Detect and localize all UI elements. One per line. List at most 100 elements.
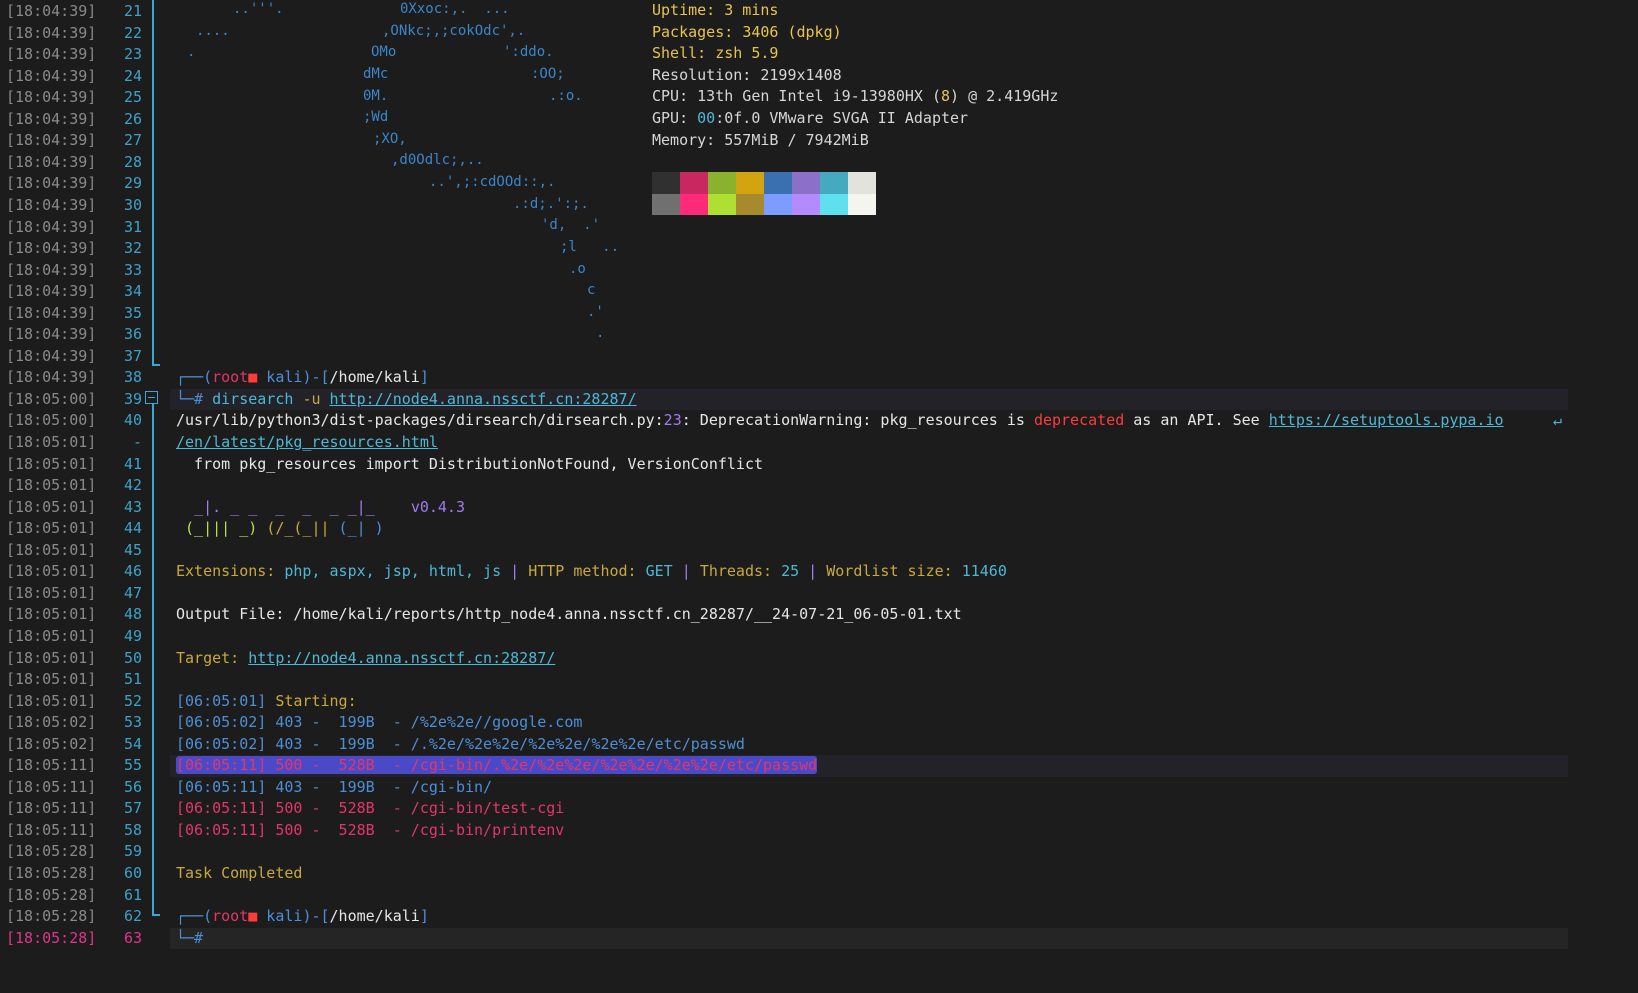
line-number: 50 <box>123 648 142 667</box>
gutter-timestamp: [18:05:01] <box>6 605 97 624</box>
line-number: 46 <box>123 562 142 581</box>
collapse-fold-icon[interactable] <box>145 391 158 404</box>
dirsearch-banner[interactable]: (_||| _) (/_(_|| (_| ) <box>170 518 1568 540</box>
task-completed[interactable]: Task Completed <box>170 863 1568 885</box>
palette-swatch <box>736 172 764 194</box>
line-number: 30 <box>123 195 142 214</box>
gutter-timestamp: [18:05:11] <box>6 777 97 796</box>
fold-gutter-end-bottom <box>152 914 160 916</box>
gutter-timestamp: [18:04:39] <box>6 23 97 42</box>
ascii-art-line: :OO; <box>531 66 565 82</box>
scan-target[interactable]: Target: http://node4.anna.nssctf.cn:2828… <box>170 648 1568 670</box>
scan-result-row[interactable]: [06:05:11] 500 - 528B - /cgi-bin/test-cg… <box>170 798 1568 820</box>
line-number: 62 <box>123 907 142 926</box>
docs-link-continued[interactable]: /en/latest/pkg_resources.html <box>176 433 438 451</box>
palette-swatch <box>680 193 708 215</box>
packages-value: 3406 (dpkg) <box>742 22 842 41</box>
deprecation-warning[interactable]: /usr/lib/python3/dist-packages/dirsearch… <box>170 410 1568 432</box>
gutter-timestamp: [18:04:39] <box>6 325 97 344</box>
line-number: 41 <box>123 454 142 473</box>
scan-result-row[interactable]: [06:05:02] 403 - 199B - /%2e%2e//google.… <box>170 712 1568 734</box>
deprecation-warning-wrap[interactable]: /en/latest/pkg_resources.html <box>170 432 1568 454</box>
line-number: 33 <box>123 260 142 279</box>
cpu-cores: 8 <box>941 87 951 106</box>
shell-prompt[interactable]: ┌──(root■ kali)-[/home/kali] <box>170 367 1568 389</box>
gutter-timestamp: [18:05:28] <box>6 885 97 904</box>
line-number: 32 <box>123 239 142 258</box>
ascii-art-line: ,ONkc;,;cokOdc',. <box>382 23 526 39</box>
ascii-art-line: ,d0Odlc;,.. <box>391 152 484 168</box>
gutter-timestamp: [18:05:01] <box>6 454 97 473</box>
neofetch-resolution: Resolution: 2199x1408 <box>652 65 842 84</box>
neofetch-cpu: CPU: 13th Gen Intel i9-13980HX (8) @ 2.4… <box>652 87 1059 106</box>
neofetch-gpu: GPU: 00:0f.0 VMware SVGA II Adapter <box>652 109 969 127</box>
gutter-timestamp: [18:04:39] <box>6 217 97 236</box>
line-number: 21 <box>123 2 142 20</box>
neofetch-memory: Memory: 557MiB / 7942MiB <box>652 130 869 149</box>
palette-swatch <box>792 193 820 215</box>
scan-result-row[interactable]: [06:05:11] 500 - 528B - /cgi-bin/.%2e/%2… <box>170 755 1568 777</box>
ascii-art-line: ..',;:cdOOd::,. <box>429 174 556 190</box>
ascii-art-line: 0M. <box>363 88 389 104</box>
palette-swatch <box>764 193 792 215</box>
fold-gutter-line-bottom <box>152 404 154 916</box>
gutter-timestamp: [18:05:01] <box>6 670 97 689</box>
line-number: 31 <box>123 217 142 236</box>
ascii-art-line: OMo <box>371 44 397 60</box>
current-prompt[interactable]: └─# <box>170 927 1568 950</box>
gutter-timestamp: [18:05:01] <box>6 583 97 602</box>
ascii-art-line: .o <box>569 261 586 277</box>
target-link[interactable]: http://node4.anna.nssctf.cn:28287/ <box>248 649 555 667</box>
line-number: 22 <box>123 23 142 42</box>
line-number: 27 <box>123 131 142 150</box>
selected-result[interactable]: [06:05:11] 500 - 528B - /cgi-bin/.%2e/%2… <box>176 756 818 775</box>
gutter-timestamp: [18:04:39] <box>6 260 97 279</box>
scan-config[interactable]: Extensions: php, aspx, jsp, html, js | H… <box>170 561 1568 583</box>
gutter-timestamp: [18:04:39] <box>6 368 97 387</box>
ascii-art-line: dMc <box>363 66 389 82</box>
line-number: 63 <box>123 928 142 947</box>
gutter-timestamp: [18:05:11] <box>6 799 97 818</box>
palette-swatch <box>708 193 736 215</box>
palette-swatch <box>736 193 764 215</box>
fold-gutter-line-top <box>152 0 154 365</box>
memory-value: 557MiB / 7942MiB <box>724 130 869 149</box>
ascii-art-line: 0Xxoc:,. ... <box>400 1 510 17</box>
line-number: 51 <box>123 670 142 689</box>
gutter-timestamp: [18:05:28] <box>6 928 97 947</box>
line-number: 52 <box>123 691 142 710</box>
gutter-timestamp: [18:05:01] <box>6 562 97 581</box>
resolution-value: 2199x1408 <box>760 65 842 84</box>
dirsearch-banner[interactable]: _|. _ _ _ _ _ _|_ v0.4.3 <box>170 497 1568 519</box>
terminal-window[interactable]: [18:04:39] 21 [18:04:39] 22 [18:04:39] 23 [18:… <box>0 0 1568 951</box>
line-number: 37 <box>123 346 142 365</box>
gutter-timestamp: [18:05:28] <box>6 907 97 926</box>
scan-result-row[interactable]: [06:05:02] 403 - 199B - /.%2e/%2e%2e/%2e… <box>170 734 1568 756</box>
gutter-timestamp: [18:05:28] <box>6 864 97 882</box>
gutter-timestamp: [18:04:39] <box>6 174 97 193</box>
line-number: 53 <box>123 713 142 732</box>
gutter-timestamp: [18:05:11] <box>6 756 97 775</box>
line-number: 23 <box>123 45 142 64</box>
target-url-link[interactable]: http://node4.anna.nssctf.cn:28287/ <box>330 390 637 408</box>
scan-result-row[interactable]: [06:05:11] 500 - 528B - /cgi-bin/printen… <box>170 820 1568 842</box>
gutter-timestamp: [18:04:39] <box>6 109 97 128</box>
gutter-timestamp: [18:05:01] <box>6 433 97 451</box>
neofetch-uptime: Uptime: 3 mins <box>652 1 779 19</box>
gutter-timestamp: [18:05:00] <box>6 411 97 430</box>
ascii-art-line: . <box>187 44 196 60</box>
line-number: 47 <box>123 583 142 602</box>
line-number: 59 <box>123 842 142 861</box>
docs-link[interactable]: https://setuptools.pypa.io <box>1269 411 1504 429</box>
output-file[interactable]: Output File: /home/kali/reports/http_nod… <box>170 604 1568 626</box>
gutter-timestamp: [18:04:39] <box>6 303 97 322</box>
shell-prompt[interactable]: ┌──(root■ kali)-[/home/kali] <box>170 906 1568 928</box>
scan-result-row[interactable]: [06:05:11] 403 - 199B - /cgi-bin/ <box>170 777 1568 799</box>
line-number: 28 <box>123 152 142 171</box>
import-line[interactable]: from pkg_resources import DistributionNo… <box>170 454 1568 476</box>
command-line[interactable]: └─# dirsearch -u http://node4.anna.nssct… <box>170 388 1568 411</box>
gutter-timestamp: [18:05:02] <box>6 713 97 732</box>
palette-swatch <box>792 172 820 194</box>
scan-start[interactable]: [06:05:01] Starting: <box>170 691 1568 713</box>
line-number: 40 <box>123 411 142 430</box>
